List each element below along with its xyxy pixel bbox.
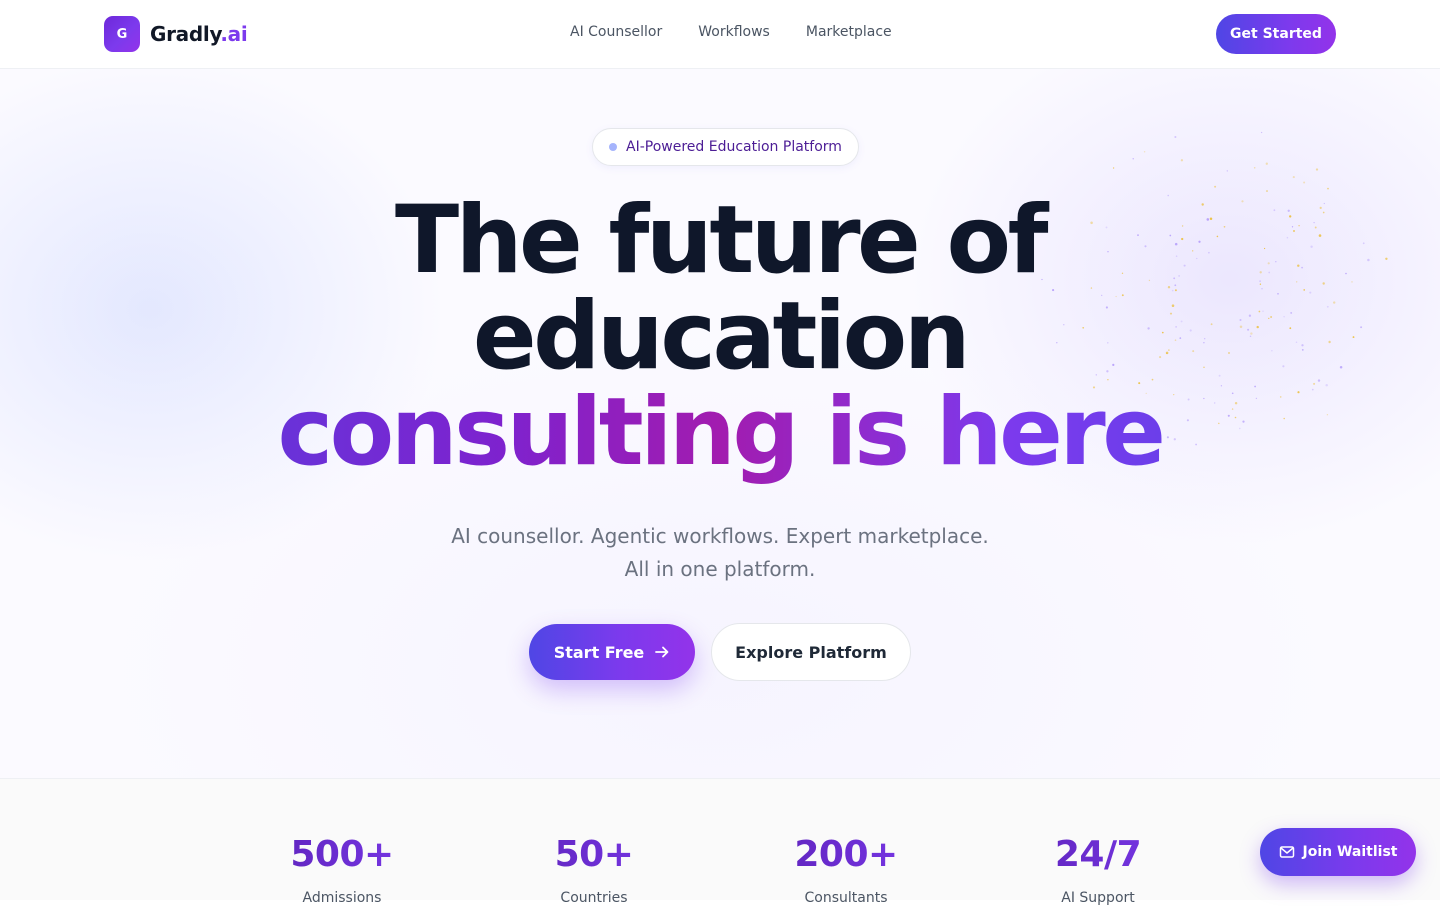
decorative-dot [1327,187,1329,190]
stat-value: 24/7 [998,833,1198,877]
nav-link-marketplace[interactable]: Marketplace [806,24,892,40]
decorative-dot [1174,135,1177,139]
start-free-label: Start Free [553,642,645,662]
decorative-dot [1303,181,1306,184]
decorative-dot [1315,168,1319,171]
hero-section: AI-Powered Education Platform The future… [0,69,1440,778]
stat-admissions: 500+ Admissions [242,833,442,906]
stat-value: 200+ [746,833,946,877]
stat-countries: 50+ Countries [494,833,694,906]
arrow-right-icon [655,646,669,658]
stat-value: 500+ [242,833,442,877]
decorative-dot [1253,167,1256,169]
decorative-dot [1214,185,1217,188]
headline-line-2: education [472,282,971,391]
stat-ai-support: 24/7 AI Support [998,833,1198,906]
decorative-dot [1260,131,1263,134]
nav-link-workflows[interactable]: Workflows [698,24,770,40]
nav-links: AI Counsellor Workflows Marketplace [570,24,892,40]
headline-line-1: The future of [395,186,1049,295]
hero-subtitle: AI counsellor. Agentic workflows. Expert… [0,520,1440,586]
stat-label: AI Support [1061,890,1135,906]
nav-link-ai-counsellor[interactable]: AI Counsellor [570,24,662,40]
decorative-dot [1143,151,1146,153]
subtitle-line-1: AI counsellor. Agentic workflows. Expert… [451,524,989,548]
start-free-button[interactable]: Start Free [529,624,695,680]
join-waitlist-label: Join Waitlist [1302,844,1398,860]
logo-mark: G [104,16,140,52]
headline-line-3-gradient: consulting is here [0,385,1440,491]
stat-label: Consultants [804,890,888,906]
decorative-dot [1180,159,1184,162]
platform-badge: AI-Powered Education Platform [592,128,859,166]
brand-name: Gradly [150,22,221,46]
stat-label: Countries [560,890,628,906]
decorative-dot [1266,190,1268,192]
top-navbar: G Gradly.ai AI Counsellor Workflows Mark… [0,0,1440,69]
decorative-dot [1226,170,1228,172]
brand-suffix: .ai [220,22,248,46]
stat-consultants: 200+ Consultants [746,833,946,906]
decorative-dot [1265,162,1268,165]
badge-text: AI-Powered Education Platform [626,139,842,155]
stat-label: Admissions [302,890,382,906]
hero-headline: The future of education consulting is he… [0,193,1440,491]
decorative-dot [1132,158,1134,160]
badge-dot-icon [609,143,617,151]
join-waitlist-button[interactable]: Join Waitlist [1260,828,1416,876]
logo-text: Gradly.ai [150,22,248,46]
decorative-dot [1292,176,1295,179]
stat-value: 50+ [494,833,694,877]
decorative-dot [1112,167,1115,169]
mail-icon [1279,846,1294,858]
logo[interactable]: G Gradly.ai [104,16,248,52]
explore-platform-button[interactable]: Explore Platform [711,623,911,681]
get-started-button[interactable]: Get Started [1216,14,1336,54]
subtitle-line-2: All in one platform. [624,557,816,581]
stats-section: 500+ Admissions 50+ Countries 200+ Consu… [0,778,1440,906]
